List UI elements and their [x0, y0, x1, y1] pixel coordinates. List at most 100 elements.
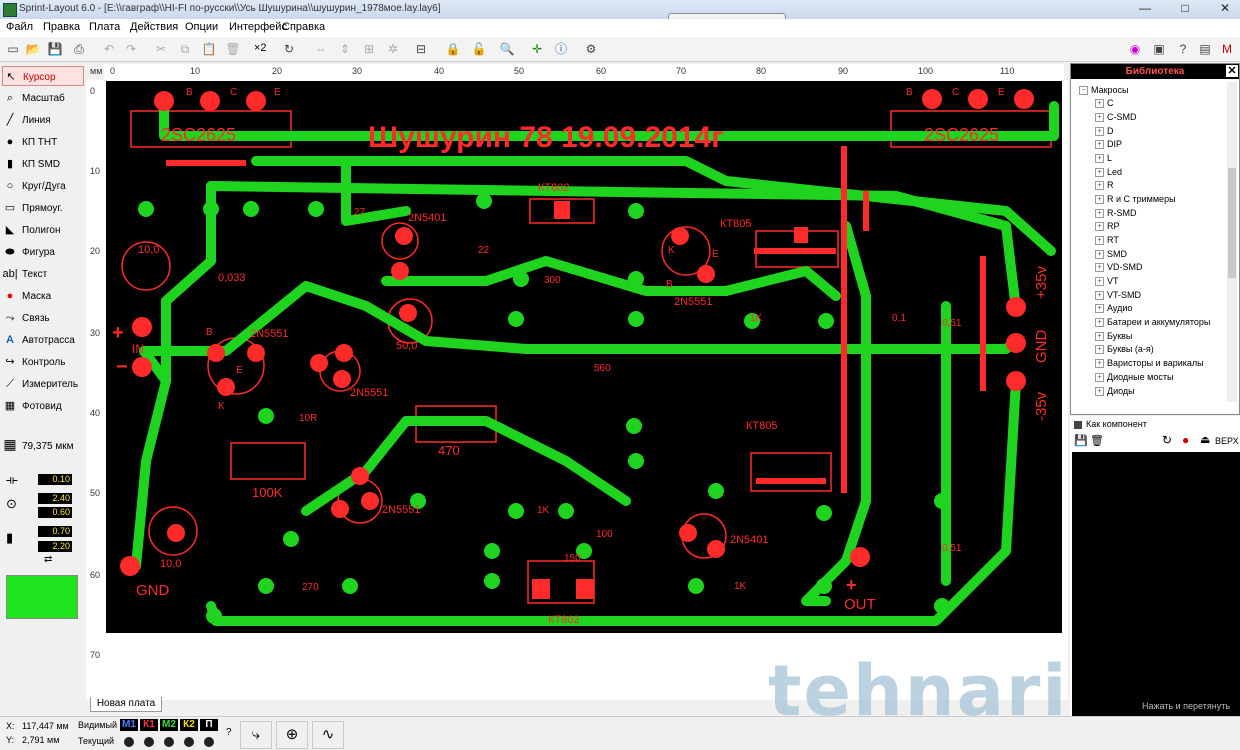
unlock-icon[interactable]: 🔓 [470, 40, 488, 58]
library-scroll-thumb[interactable] [1228, 168, 1236, 278]
current-layer-m1[interactable] [124, 737, 134, 747]
mirror-v-icon[interactable]: ⇕ [336, 40, 354, 58]
tool-rect[interactable]: ▭ Прямоуг. [2, 198, 84, 218]
tool-cursor[interactable]: ↖ Курсор [2, 66, 84, 86]
snap-target-icon[interactable]: ⊕ [276, 721, 308, 749]
menu-edit[interactable]: Правка [43, 21, 80, 33]
library-item[interactable]: + R [1095, 180, 1114, 191]
save-icon[interactable]: 💾 [1074, 434, 1088, 447]
library-item[interactable]: + Диодные мосты [1095, 372, 1173, 383]
library-item[interactable]: + VD-SMD [1095, 262, 1143, 273]
search-zoom-icon[interactable]: 🔍 [498, 40, 516, 58]
menu-board[interactable]: Плата [89, 21, 120, 33]
print-icon[interactable]: ⎙ [70, 40, 88, 58]
close-button[interactable]: ✕ [1214, 0, 1236, 16]
board-canvas[interactable]: Шушурин 78 19.09.2014г 2SC2625 2SC2625 К… [104, 80, 1068, 700]
save-icon[interactable]: 💾 [46, 40, 64, 58]
group-icon[interactable]: ✲ [384, 40, 402, 58]
pad-outer-field[interactable]: 2.40 [38, 493, 72, 504]
menu-interface[interactable]: Интерфейс [229, 21, 287, 33]
new-file-icon[interactable]: ▭ [4, 40, 22, 58]
library-item[interactable]: + VT [1095, 276, 1119, 287]
library-item[interactable]: + RT [1095, 235, 1119, 246]
layer-m1-toggle[interactable]: М1 [120, 719, 138, 731]
cut-icon[interactable]: ✂ [152, 40, 170, 58]
layer-k1-toggle[interactable]: К1 [140, 719, 158, 731]
library-item[interactable]: + R-SMD [1095, 208, 1137, 219]
library-item[interactable]: + D [1095, 126, 1114, 137]
library-item[interactable]: + VT-SMD [1095, 290, 1141, 301]
current-layer-m2[interactable] [164, 737, 174, 747]
as-component-checkbox[interactable]: Как компонент [1074, 419, 1147, 429]
redo-icon[interactable]: ↷ [122, 40, 140, 58]
tab-board[interactable]: Новая плата [90, 697, 162, 712]
measure-m-icon[interactable]: M [1218, 40, 1236, 58]
tool-mask[interactable]: ● Маска [2, 286, 84, 306]
library-item[interactable]: + Буквы [1095, 331, 1132, 342]
current-layer-k2[interactable] [184, 737, 194, 747]
library-item[interactable]: + Варисторы и варикалы [1095, 358, 1204, 369]
tool-polygon[interactable]: ◣ Полигон [2, 220, 84, 240]
properties-icon[interactable]: ⊟ [412, 40, 430, 58]
close-icon[interactable]: ✕ [1226, 65, 1238, 77]
smd-height-field[interactable]: 2.20 [38, 541, 72, 552]
library-item[interactable]: + R и C триммеры [1095, 194, 1176, 205]
track-width-field[interactable]: 0.10 [38, 474, 72, 485]
copy-icon[interactable]: ⧉ [176, 40, 194, 58]
library-item[interactable]: + RP [1095, 221, 1120, 232]
rotate-icon[interactable]: ↻ [1162, 433, 1172, 447]
smd-width-field[interactable]: 0.70 [38, 526, 72, 537]
lock-icon[interactable]: 🔒 [444, 40, 462, 58]
library-item[interactable]: + L [1095, 153, 1112, 164]
library-item[interactable]: + Led [1095, 167, 1122, 178]
tool-text[interactable]: ab| Текст [2, 264, 84, 284]
menu-actions[interactable]: Действия [130, 21, 178, 33]
current-layer-k1[interactable] [144, 737, 154, 747]
tool-pad-tht[interactable]: ● КП ТНТ [2, 132, 84, 152]
settings-gear-icon[interactable]: ⚙ [582, 40, 600, 58]
library-item[interactable]: + C-SMD [1095, 112, 1137, 123]
pcb-board[interactable]: Шушурин 78 19.09.2014г 2SC2625 2SC2625 К… [106, 81, 1062, 633]
component-icon[interactable]: ◉ [1126, 40, 1144, 58]
library-item[interactable]: + Диоды [1095, 386, 1135, 396]
layer-k2-toggle[interactable]: К2 [180, 719, 198, 731]
layer-icon[interactable]: ⏏ [1200, 433, 1210, 446]
maximize-button[interactable]: □ [1174, 0, 1196, 16]
drc-icon[interactable]: ▤ [1196, 40, 1214, 58]
open-folder-icon[interactable]: 📂 [24, 40, 42, 58]
tool-photo[interactable]: ▦ Фотовид [2, 396, 84, 416]
chip-icon[interactable]: ▣ [1150, 40, 1168, 58]
grid-setting[interactable]: ▦ 79,375 мкм [2, 434, 84, 454]
tool-zoom[interactable]: ⌕ Масштаб [2, 88, 84, 108]
layer-p-toggle[interactable]: П [200, 719, 218, 731]
swap-icon[interactable]: ⇄ [44, 554, 52, 565]
menu-file[interactable]: Файл [6, 21, 33, 33]
minimize-button[interactable]: — [1134, 0, 1156, 16]
delete-icon[interactable]: 🗑 [224, 40, 242, 58]
crosshair-icon[interactable]: ✛ [528, 40, 546, 58]
pad-inner-field[interactable]: 0.60 [38, 507, 72, 518]
undo-icon[interactable]: ↶ [100, 40, 118, 58]
record-icon[interactable]: ● [1182, 433, 1189, 447]
current-layer-p[interactable] [204, 737, 214, 747]
library-root[interactable]: − Макросы [1079, 85, 1129, 96]
route-mode-icon[interactable]: ⤷ [240, 721, 272, 749]
library-scrollbar[interactable] [1227, 82, 1237, 402]
paste-icon[interactable]: 📋 [200, 40, 218, 58]
help-chip-icon[interactable]: ? [1174, 40, 1192, 58]
tool-measure[interactable]: ⟋ Измеритель [2, 374, 84, 394]
library-item[interactable]: + DIP [1095, 139, 1122, 150]
tool-pad-smd[interactable]: ▮ КП SMD [2, 154, 84, 174]
help-icon[interactable]: ? [226, 727, 232, 738]
library-item[interactable]: + Буквы (а-я) [1095, 344, 1154, 355]
rotate-icon[interactable]: ↻ [280, 40, 298, 58]
library-item[interactable]: + Аудио [1095, 303, 1132, 314]
info-icon[interactable]: ⓘ [552, 40, 570, 58]
tool-line[interactable]: ╱ Линия [2, 110, 84, 130]
mirror-h-icon[interactable]: ⇔ [312, 40, 330, 58]
layer-m2-toggle[interactable]: М2 [160, 719, 178, 731]
tool-connection[interactable]: ⤳ Связь [2, 308, 84, 328]
library-item[interactable]: + Батареи и аккумуляторы [1095, 317, 1210, 328]
library-item[interactable]: + C [1095, 98, 1114, 109]
tool-shape[interactable]: ⬬ Фигура [2, 242, 84, 262]
